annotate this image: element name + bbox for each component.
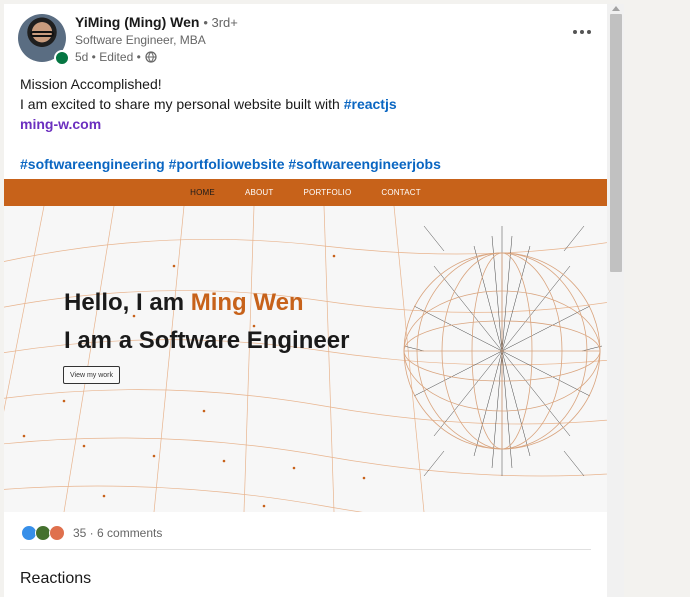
site-nav-contact: CONTACT bbox=[381, 188, 421, 197]
site-nav-portfolio: PORTFOLIO bbox=[303, 188, 352, 197]
globe-icon bbox=[145, 51, 157, 63]
site-nav-about: ABOUT bbox=[244, 188, 274, 197]
scroll-up-icon[interactable] bbox=[612, 6, 620, 11]
love-icon bbox=[49, 525, 65, 541]
connection-degree: • 3rd+ bbox=[203, 15, 238, 30]
divider bbox=[20, 549, 591, 550]
post-meta-text: 5d • Edited • bbox=[75, 50, 141, 64]
website-preview-image[interactable]: HOME ABOUT PORTFOLIO CONTACT Hello, I am… bbox=[4, 179, 607, 512]
author-name[interactable]: YiMing (Ming) Wen bbox=[75, 14, 199, 30]
post-line-2-text: I am excited to share my personal websit… bbox=[20, 96, 344, 112]
post-card: YiMing (Ming) Wen • 3rd+ Software Engine… bbox=[4, 4, 607, 597]
background-grid bbox=[4, 206, 607, 512]
hashtag-list[interactable]: #softwareengineering #portfoliowebsite #… bbox=[20, 154, 590, 174]
reactions-title: Reactions bbox=[20, 570, 92, 587]
more-dot bbox=[587, 30, 591, 34]
view-my-work-button: View my work bbox=[63, 366, 120, 384]
hero-name: Ming Wen bbox=[190, 289, 304, 316]
author-line: YiMing (Ming) Wen • 3rd+ bbox=[75, 14, 238, 30]
avatar-glasses bbox=[30, 31, 54, 37]
site-nav-home: HOME bbox=[190, 188, 215, 197]
scrollbar-thumb[interactable] bbox=[610, 14, 622, 272]
more-dot bbox=[580, 30, 584, 34]
more-icon[interactable] bbox=[566, 22, 598, 42]
website-link[interactable]: ming-w.com bbox=[20, 114, 590, 134]
globe-graphic bbox=[403, 225, 603, 477]
hero-subheading: I am a Software Engineer bbox=[64, 327, 350, 354]
post-text: Mission Accomplished! I am excited to sh… bbox=[20, 74, 590, 174]
hashtag-reactjs[interactable]: #reactjs bbox=[344, 96, 397, 112]
more-dot bbox=[573, 30, 577, 34]
hero-heading: Hello, I am Ming Wen bbox=[64, 289, 304, 317]
post-line-1: Mission Accomplished! bbox=[20, 76, 162, 92]
post-meta: 5d • Edited • bbox=[75, 50, 157, 64]
site-nav: HOME ABOUT PORTFOLIO CONTACT bbox=[4, 179, 607, 206]
author-headline: Software Engineer, MBA bbox=[75, 33, 206, 47]
post-line-2: I am excited to share my personal websit… bbox=[20, 94, 590, 114]
hero-prefix: Hello, I am bbox=[64, 289, 191, 316]
presence-indicator bbox=[54, 50, 70, 66]
reactions-summary[interactable]: 35 · 6 comments bbox=[21, 525, 162, 541]
reaction-counts[interactable]: 35 · 6 comments bbox=[73, 526, 162, 540]
post-header: YiMing (Ming) Wen • 3rd+ Software Engine… bbox=[18, 14, 603, 66]
